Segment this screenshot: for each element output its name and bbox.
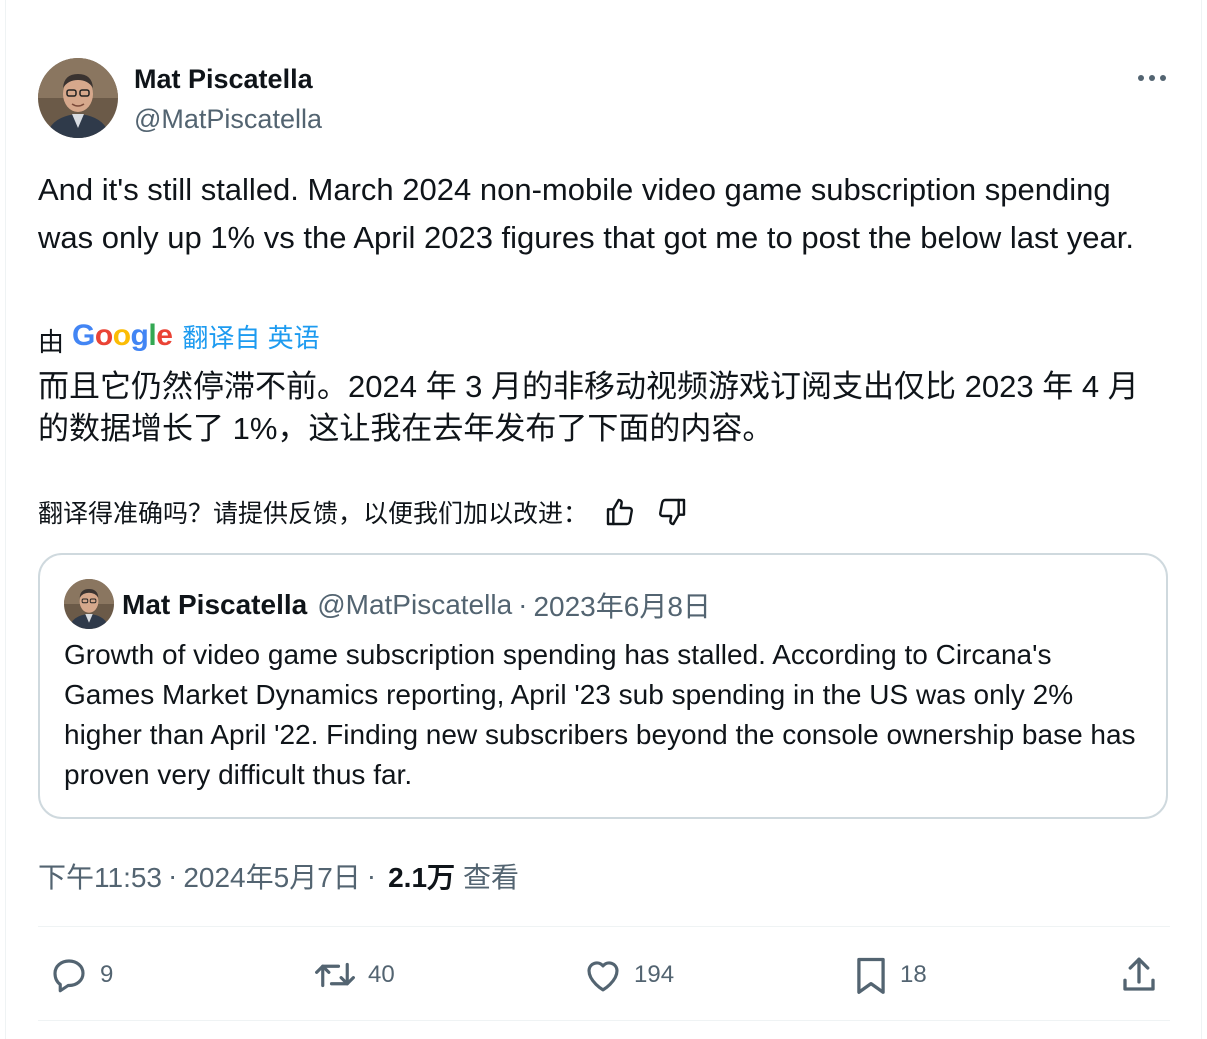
thumbs-down-icon[interactable]	[652, 492, 692, 532]
retweet-button[interactable]: 40	[312, 950, 395, 1000]
more-options-icon[interactable]	[1130, 62, 1174, 94]
divider	[38, 926, 1170, 927]
quoted-separator: ·	[518, 589, 528, 620]
share-button[interactable]	[1118, 950, 1160, 1000]
bookmark-count: 18	[900, 961, 927, 988]
quoted-author-handle: @MatPiscatella	[317, 589, 513, 620]
reply-icon	[53, 959, 85, 993]
quoted-author-name: Mat Piscatella	[122, 589, 308, 620]
bookmark-button[interactable]: 18	[852, 950, 927, 1000]
translated-text: 而且它仍然停滞不前。2024 年 3 月的非移动视频游戏订阅支出仅比 2023 …	[38, 369, 1139, 446]
retweet-count: 40	[368, 961, 395, 988]
quoted-tweet-text: Growth of video game subscription spendi…	[64, 639, 1136, 790]
tweet-time[interactable]: 下午11:53	[38, 856, 162, 896]
feedback-prompt: 翻译得准确吗？请提供反馈，以便我们加以改进：	[38, 500, 589, 528]
frame-border-left	[5, 0, 6, 1039]
tweet-text: And it's still stalled. March 2024 non-m…	[38, 172, 1134, 255]
tweet-date[interactable]: 2024年5月7日	[183, 856, 360, 896]
share-icon	[1123, 957, 1155, 991]
author-avatar[interactable]	[38, 58, 118, 138]
translated-by-label: 由	[38, 326, 65, 357]
reply-count: 9	[100, 961, 114, 988]
retweet-icon	[315, 962, 355, 988]
divider	[38, 1020, 1170, 1021]
quoted-tweet-header: Mat Piscatella @MatPiscatella · 2023年6月8…	[122, 585, 711, 625]
quoted-author-avatar	[64, 579, 114, 629]
quoted-tweet-card[interactable]: Mat Piscatella @MatPiscatella · 2023年6月8…	[38, 553, 1168, 819]
thumbs-up-icon[interactable]	[600, 492, 640, 532]
heart-icon	[587, 961, 619, 992]
translated-from-link[interactable]: 翻译自 英语	[182, 318, 319, 355]
like-count: 194	[634, 961, 675, 988]
google-logo: Google	[72, 319, 173, 352]
reply-button[interactable]: 9	[48, 950, 113, 1000]
like-button[interactable]: 194	[582, 950, 674, 1000]
frame-border-right	[1201, 0, 1202, 1039]
meta-separator: ·	[366, 860, 377, 891]
translation-feedback: 翻译得准确吗？请提供反馈，以便我们加以改进：	[38, 492, 692, 532]
views-count: 2.1万	[388, 862, 456, 893]
meta-separator: ·	[168, 860, 178, 891]
views-label: 查看	[463, 862, 520, 893]
bookmark-icon	[857, 957, 885, 994]
translation-attribution: 由 Google 翻译自 英语	[38, 316, 320, 357]
tweet-meta: 下午11:53 · 2024年5月7日 · 2.1万 查看	[38, 854, 519, 898]
author-handle[interactable]: @MatPiscatella	[134, 102, 322, 136]
quoted-date: 2023年6月8日	[533, 591, 711, 622]
author-name[interactable]: Mat Piscatella	[134, 62, 313, 96]
